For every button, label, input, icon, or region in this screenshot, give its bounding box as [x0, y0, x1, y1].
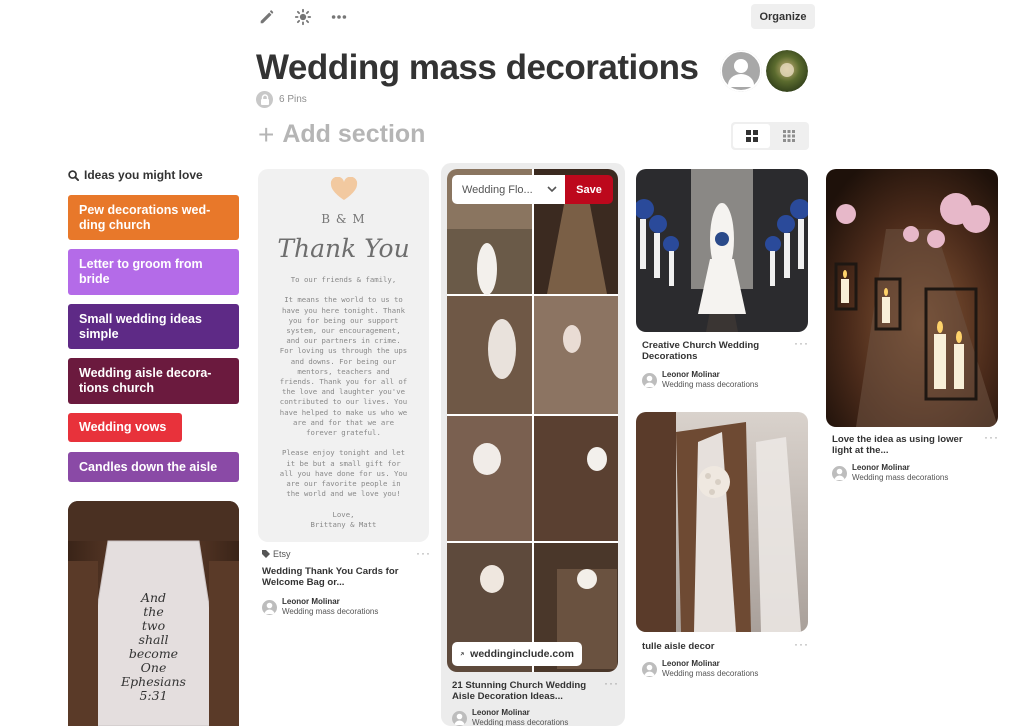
avatar [832, 465, 847, 481]
search-icon [68, 169, 79, 181]
more-icon[interactable] [328, 6, 350, 28]
pin-candles-aisle[interactable] [826, 169, 998, 427]
pin-author[interactable]: Leonor Molinar Wedding mass decorations [642, 370, 758, 390]
idea-small-wedding[interactable]: Small wedding ideas simple [68, 304, 239, 349]
idea-wedding-vows[interactable]: Wedding vows [68, 413, 182, 442]
author-board: Wedding mass decorations [282, 607, 379, 616]
pin-count-label: 6 Pins [279, 94, 307, 105]
card-script: Thank You [277, 234, 410, 263]
more-icon[interactable]: ··· [984, 430, 999, 444]
pin-title[interactable]: Creative Church Wedding Decorations [642, 340, 777, 362]
avatar-user[interactable] [766, 50, 808, 92]
grid-view-icon[interactable] [733, 124, 770, 148]
pin-title[interactable]: Love the idea as using lower light at th… [832, 434, 972, 456]
pin-author[interactable]: Leonor Molinar Wedding mass decorations [262, 597, 378, 617]
card-body: To our friends & family, It means the wo… [279, 275, 408, 529]
more-icon[interactable]: ··· [416, 546, 431, 560]
avatar [642, 661, 657, 677]
author-name: Leonor Molinar [472, 708, 530, 717]
idea-candles-aisle[interactable]: Candles down the aisle [68, 452, 239, 482]
ideas-title-label: Ideas you might love [84, 168, 203, 182]
idea-pew-decorations[interactable]: Pew decorations wed- ding church [68, 195, 239, 240]
pin-author[interactable]: Leonor Molinar Wedding mass decorations [452, 708, 568, 726]
view-toggle [731, 122, 809, 150]
pin-aisle-runner[interactable]: And the two shall become One Ephesians 5… [68, 501, 239, 726]
creative-church-image [636, 169, 808, 332]
arrow-up-right-icon [460, 652, 464, 656]
lock-icon [256, 91, 273, 108]
author-board: Wedding mass decorations [662, 380, 759, 389]
ideas-title: Ideas you might love [68, 168, 203, 182]
source-link[interactable]: weddinginclude.com [452, 642, 582, 666]
author-name: Leonor Molinar [662, 370, 720, 379]
avatar [642, 372, 657, 388]
pencil-icon[interactable] [256, 6, 278, 28]
collaborators [720, 50, 808, 92]
candles-aisle-image [826, 169, 998, 427]
tag-icon [262, 550, 270, 558]
collage-image [447, 169, 618, 672]
pin-tulle-aisle[interactable] [636, 412, 808, 632]
pin-source[interactable]: Etsy [262, 549, 291, 559]
more-icon[interactable]: ··· [604, 676, 619, 690]
pin-source-label: Etsy [273, 549, 291, 559]
avatar [262, 599, 277, 615]
save-button[interactable]: Save [565, 175, 613, 204]
card-initials: B & M [321, 212, 366, 226]
avatar-placeholder[interactable] [720, 50, 762, 92]
pin-title[interactable]: Wedding Thank You Cards for Welcome Bag … [262, 566, 402, 588]
idea-aisle-decorations[interactable]: Wedding aisle decora- tions church [68, 358, 239, 404]
add-section-label: Add section [282, 120, 426, 148]
add-section-button[interactable]: + Add section [258, 120, 425, 149]
pin-creative-church[interactable] [636, 169, 808, 332]
pin-thank-you-card[interactable]: B & M Thank You To our friends & family,… [258, 169, 429, 542]
chevron-down-icon [547, 186, 557, 193]
tulle-aisle-image [636, 412, 808, 632]
save-overlay: Wedding Flo... Save [452, 175, 613, 204]
compact-view-icon[interactable] [770, 124, 807, 148]
author-name: Leonor Molinar [662, 659, 720, 668]
author-name: Leonor Molinar [852, 463, 910, 472]
idea-letter-to-groom[interactable]: Letter to groom from bride [68, 249, 239, 295]
board-select[interactable]: Wedding Flo... [452, 175, 565, 204]
board-toolbar [256, 6, 350, 28]
more-icon[interactable]: ··· [794, 637, 809, 651]
board-title: Wedding mass decorations [256, 48, 699, 87]
plus-icon: + [258, 118, 275, 150]
pin-count: 6 Pins [256, 91, 307, 108]
pin-title[interactable]: tulle aisle decor [642, 641, 777, 652]
sparkle-icon[interactable] [292, 6, 314, 28]
pin-author[interactable]: Leonor Molinar Wedding mass decorations [832, 463, 948, 483]
aisle-runner-text: And the two shall become One Ephesians 5… [121, 590, 186, 703]
author-board: Wedding mass decorations [852, 473, 949, 482]
author-board: Wedding mass decorations [662, 669, 759, 678]
pin-title[interactable]: 21 Stunning Church Wedding Aisle Decorat… [452, 680, 600, 702]
avatar [452, 710, 467, 726]
board-select-label: Wedding Flo... [462, 183, 533, 196]
organize-button[interactable]: Organize [751, 4, 815, 29]
pin-church-aisle-collage[interactable] [447, 169, 618, 672]
source-link-label: weddinginclude.com [470, 648, 574, 660]
heart-icon [330, 176, 357, 200]
pin-author[interactable]: Leonor Molinar Wedding mass decorations [642, 659, 758, 679]
author-board: Wedding mass decorations [472, 718, 569, 726]
more-icon[interactable]: ··· [794, 336, 809, 350]
author-name: Leonor Molinar [282, 597, 340, 606]
